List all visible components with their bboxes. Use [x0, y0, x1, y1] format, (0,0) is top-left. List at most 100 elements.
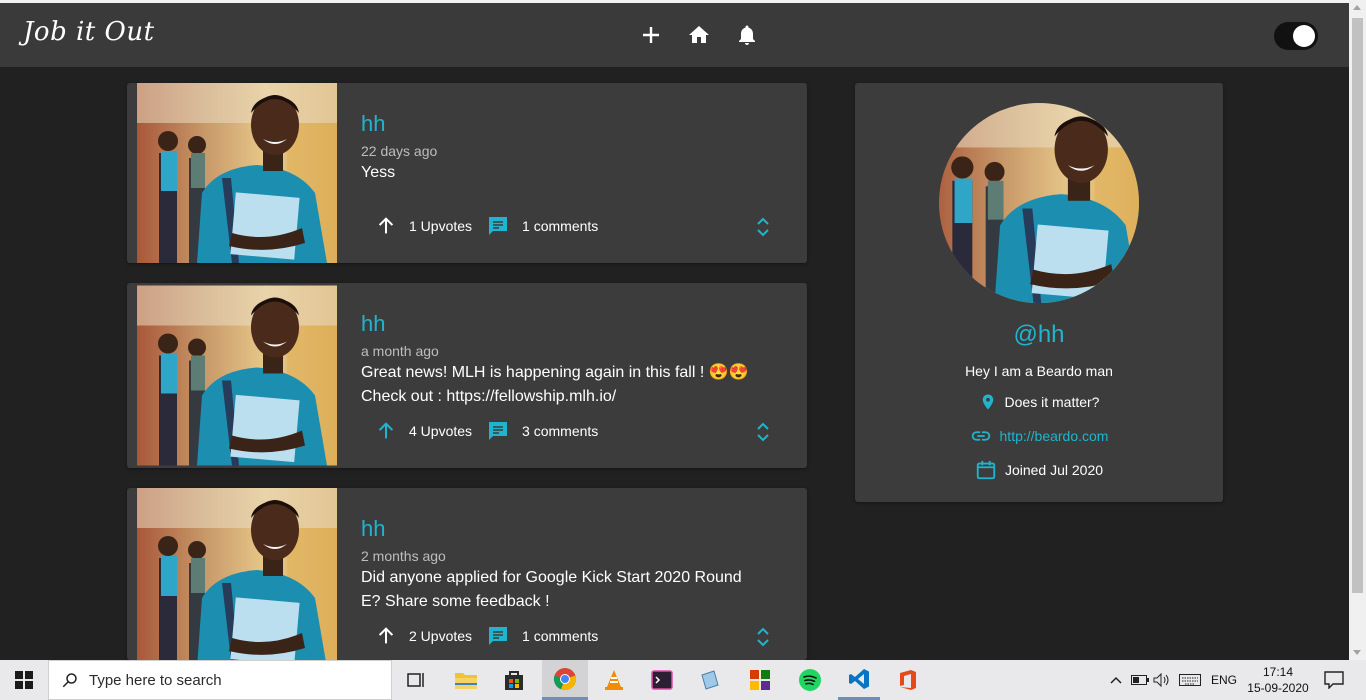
scroll-down-arrow-icon[interactable] [1353, 650, 1361, 655]
expand-icon[interactable] [753, 420, 773, 444]
keyboard-icon [1179, 674, 1201, 686]
taskbar-search-box[interactable]: Type here to search [48, 660, 392, 700]
post-author[interactable]: hh [361, 111, 385, 137]
profile-bio: Hey I am a Beardo man [965, 363, 1113, 379]
link-icon [971, 431, 990, 441]
post-card[interactable]: hh 2 months ago Did anyone applied for G… [127, 488, 807, 660]
upvote-count: 4 Upvotes [409, 423, 473, 439]
task-view-button[interactable] [396, 660, 436, 700]
search-placeholder: Type here to search [89, 671, 222, 689]
comment-count[interactable]: 1 comments [522, 218, 598, 234]
post-time: a month ago [361, 343, 439, 359]
post-time: 22 days ago [361, 143, 438, 159]
scrollbar-thumb[interactable] [1352, 18, 1363, 593]
post-text: Did anyone applied for Google Kick Start… [361, 566, 781, 614]
taskbar-chrome[interactable] [542, 660, 588, 700]
taskbar-terminal[interactable] [642, 660, 682, 700]
post-author-photo [137, 488, 337, 660]
profile-avatar [939, 103, 1139, 303]
comment-icon[interactable] [486, 214, 510, 238]
toggle-knob [1293, 25, 1315, 47]
profile-card: @hh Hey I am a Beardo man Does it matter… [855, 83, 1223, 502]
theme-toggle[interactable] [1274, 22, 1318, 50]
notification-icon [1324, 671, 1344, 689]
expand-icon[interactable] [753, 625, 773, 649]
search-icon [62, 673, 77, 688]
battery-icon [1131, 675, 1149, 685]
folder-icon [455, 673, 477, 689]
upvote-count: 1 Upvotes [409, 218, 473, 234]
post-author-photo [137, 83, 337, 263]
profile-handle: @hh [1013, 321, 1065, 348]
upvote-arrow-icon[interactable] [375, 625, 397, 647]
comment-icon[interactable] [486, 624, 510, 648]
taskbar-clock[interactable]: 17:14 15-09-2020 [1244, 660, 1312, 700]
location-pin-icon [982, 394, 993, 410]
profile-joined-text: Joined Jul 2020 [1004, 462, 1104, 478]
post-text-line: E? Share some feedback ! [361, 593, 550, 610]
post-card[interactable]: hh a month ago Great news! MLH is happen… [127, 283, 807, 468]
post-text-line: Did anyone applied for Google Kick Start… [361, 569, 742, 586]
clock-time: 17:14 [1262, 665, 1294, 679]
top-app-bar: Job it Out [0, 0, 1349, 67]
vscode-icon [849, 668, 869, 689]
taskbar-vscode[interactable] [838, 660, 880, 700]
chrome-icon [553, 667, 577, 690]
show-hidden-icons[interactable] [1106, 660, 1126, 700]
post-author[interactable]: hh [361, 311, 385, 337]
post-actions: 1 Upvotes 1 comments [375, 213, 612, 239]
post-text-line: Check out : https://fellowship.mlh.io/ [361, 388, 617, 405]
windows-taskbar: Type here to search ENG 17:14 15-09-2020 [0, 660, 1366, 700]
post-text: Yess [361, 161, 781, 185]
taskbar-tiles-app[interactable] [740, 660, 780, 700]
upvote-arrow-icon[interactable] [375, 215, 397, 237]
taskbar-spotify[interactable] [790, 660, 830, 700]
taskbar-file-explorer[interactable] [446, 660, 486, 700]
profile-website-link[interactable]: http://beardo.com [1000, 428, 1109, 444]
post-text: Great news! MLH is happening again in th… [361, 361, 781, 409]
upvote-count: 2 Upvotes [409, 628, 473, 644]
taskbar-office[interactable] [888, 660, 928, 700]
bell-icon[interactable] [735, 23, 759, 47]
taskbar-vlc[interactable] [594, 660, 634, 700]
post-actions: 4 Upvotes 3 comments [375, 418, 612, 444]
office-icon [900, 670, 916, 690]
speaker-icon [1153, 673, 1169, 687]
input-language[interactable]: ENG [1208, 660, 1240, 700]
tiles-app-icon [750, 670, 770, 690]
comment-count[interactable]: 3 comments [522, 423, 598, 439]
spotify-icon [799, 669, 821, 691]
post-author-photo [137, 285, 337, 466]
battery-status[interactable] [1130, 660, 1150, 700]
terminal-icon [651, 670, 673, 690]
notes-app-icon [701, 670, 719, 690]
profile-location: Does it matter? [855, 391, 1223, 413]
calendar-icon [976, 460, 996, 480]
home-icon[interactable] [687, 23, 711, 47]
touch-keyboard[interactable] [1176, 660, 1204, 700]
post-card[interactable]: hh 22 days ago Yess 1 Upvotes 1 comments [127, 83, 807, 263]
action-center-button[interactable] [1316, 660, 1352, 700]
post-actions: 2 Upvotes 1 comments [375, 623, 612, 649]
add-icon[interactable] [639, 23, 663, 47]
profile-website: http://beardo.com [855, 425, 1223, 447]
windows-logo-icon [15, 671, 33, 689]
post-author[interactable]: hh [361, 516, 385, 542]
taskbar-store[interactable] [494, 660, 534, 700]
comment-icon[interactable] [486, 419, 510, 443]
page-scrollbar[interactable] [1349, 0, 1366, 660]
chevron-up-icon [1110, 676, 1122, 684]
profile-joined: Joined Jul 2020 [855, 458, 1223, 482]
taskbar-notes-app[interactable] [690, 660, 730, 700]
post-time: 2 months ago [361, 548, 446, 564]
expand-icon[interactable] [753, 215, 773, 239]
upvote-arrow-icon[interactable] [375, 420, 397, 442]
vlc-cone-icon [605, 670, 623, 690]
task-view-icon [407, 673, 424, 687]
scroll-up-arrow-icon[interactable] [1353, 5, 1361, 10]
profile-location-text: Does it matter? [1004, 394, 1100, 410]
windows-start-button[interactable] [0, 660, 48, 700]
app-logo[interactable]: Job it Out [23, 17, 155, 47]
volume-control[interactable] [1152, 660, 1172, 700]
comment-count[interactable]: 1 comments [522, 628, 598, 644]
